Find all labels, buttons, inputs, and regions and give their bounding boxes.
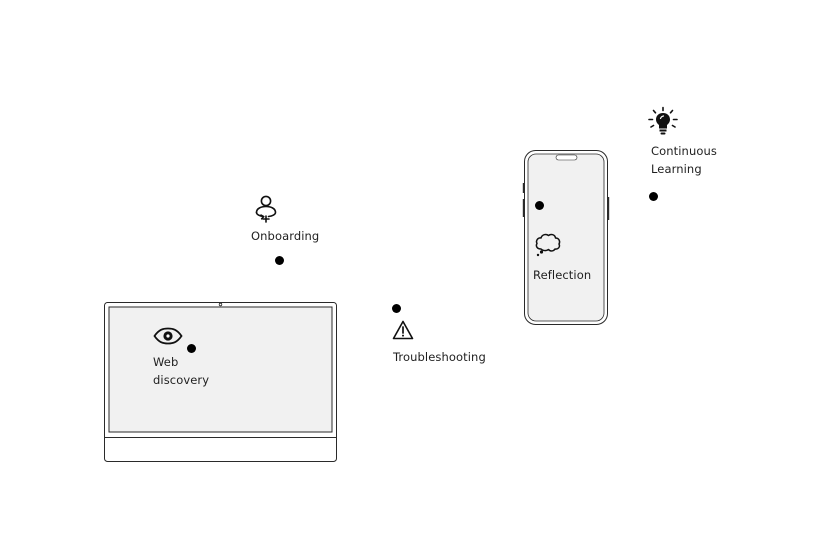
web-discovery-label: Web discovery [153,355,210,387]
continuous-learning-dot [649,192,658,201]
user-refresh-icon [255,195,277,223]
lightbulb-icon [648,106,678,135]
reflection-label: Reflection [533,268,592,282]
troubleshooting-dot [392,304,401,313]
eye-icon [153,327,183,345]
journey-diagram: Web discovery Onboarding Troubleshooting… [0,0,832,540]
warning-icon [392,320,414,340]
phone-notch [555,154,578,161]
troubleshooting-label: Troubleshooting [393,350,486,364]
onboarding-label: Onboarding [251,229,320,243]
onboarding-dot [275,256,284,265]
reflection-dot [535,201,544,210]
thought-cloud-icon [535,233,561,257]
web-discovery-dot [187,344,196,353]
continuous-learning-label: Continuous Learning [651,144,717,176]
phone-device [522,150,610,325]
